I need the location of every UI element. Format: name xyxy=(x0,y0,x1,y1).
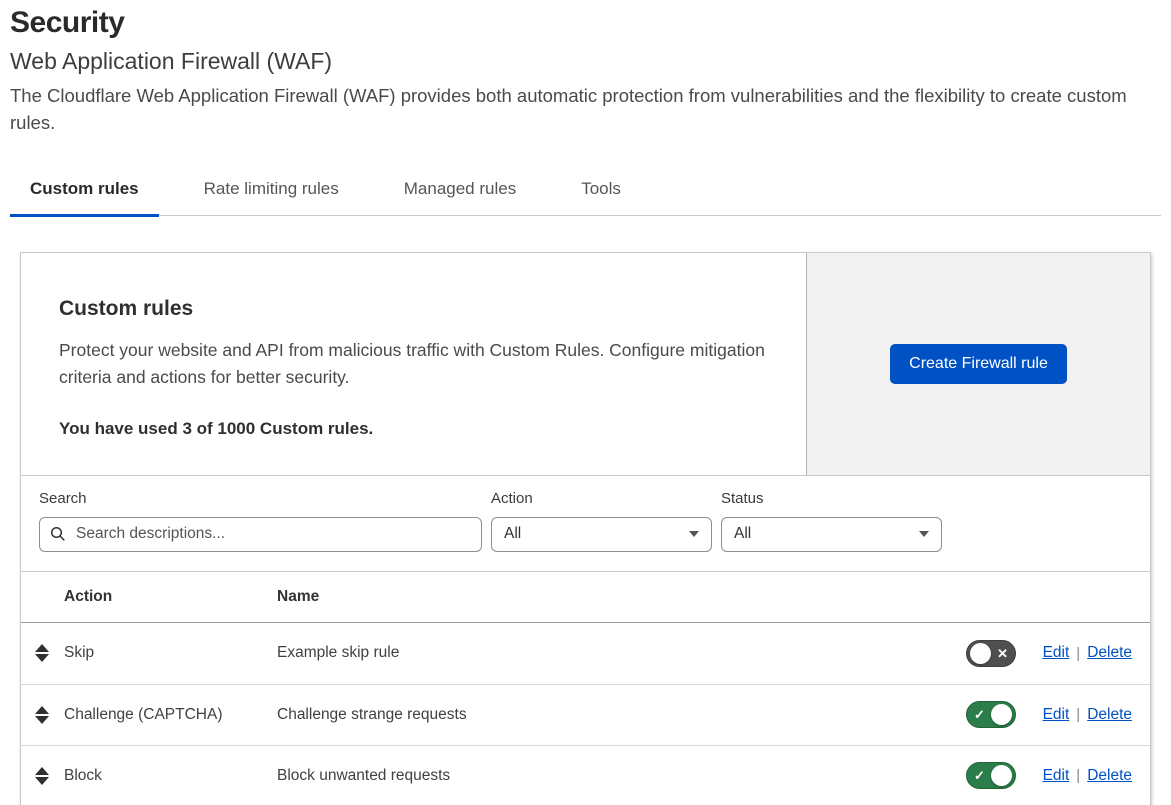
rule-enabled-toggle[interactable]: ✕ xyxy=(966,639,1016,667)
rule-enabled-toggle[interactable]: ✓ xyxy=(966,762,1016,790)
status-filter-group: Status All xyxy=(721,490,942,552)
search-filter-group: Search xyxy=(39,490,482,552)
rule-action: Skip xyxy=(64,644,95,662)
table-row: Block Block unwanted requests ✓ Edit | D… xyxy=(21,744,1150,805)
security-page: Security Web Application Firewall (WAF) … xyxy=(0,0,1171,805)
tabs: Custom rules Rate limiting rules Managed r… xyxy=(10,165,1161,217)
tab-custom-rules[interactable]: Custom rules xyxy=(10,165,159,217)
edit-link[interactable]: Edit xyxy=(1043,767,1070,785)
page-title: Security xyxy=(10,6,125,39)
card-action-panel: Create Firewall rule xyxy=(806,252,1150,475)
toggle-state-icon: ✕ xyxy=(997,645,1008,661)
toggle-knob xyxy=(991,704,1012,726)
table-row: Skip Example skip rule ✕ Edit | Delete xyxy=(21,623,1150,684)
toggle-state-icon: ✓ xyxy=(974,768,985,784)
rule-name: Challenge strange requests xyxy=(277,705,467,723)
toggle-state-icon: ✓ xyxy=(974,707,985,723)
card-heading: Custom rules xyxy=(59,296,194,320)
rule-enabled-toggle[interactable]: ✓ xyxy=(966,701,1016,729)
action-filter-value: All xyxy=(504,525,522,543)
action-filter-label: Action xyxy=(491,489,533,507)
link-separator: | xyxy=(1076,767,1081,785)
table-row: Challenge (CAPTCHA) Challenge strange re… xyxy=(21,683,1150,745)
card-description: Protect your website and API from malici… xyxy=(59,339,765,387)
search-input[interactable] xyxy=(39,516,482,552)
action-column-header: Action xyxy=(64,587,113,605)
delete-link[interactable]: Delete xyxy=(1087,706,1132,724)
name-column-header: Name xyxy=(277,587,320,605)
rules-usage-count: You have used 3 of 1000 Custom rules. xyxy=(59,418,374,438)
tab-managed-rules[interactable]: Managed rules xyxy=(384,165,536,217)
status-filter-select[interactable]: All xyxy=(721,516,942,552)
drag-handle-icon[interactable] xyxy=(35,766,49,785)
action-filter-group: Action All xyxy=(491,490,712,552)
rule-name: Example skip rule xyxy=(277,644,400,662)
search-box xyxy=(39,516,482,552)
filters-bar: Search Action All Status All xyxy=(21,474,1150,571)
tab-rate-limiting-rules[interactable]: Rate limiting rules xyxy=(184,165,359,217)
search-label: Search xyxy=(39,489,87,507)
custom-rules-card: Custom rules Protect your website and AP… xyxy=(21,252,1150,475)
custom-rules-panel: Custom rules Protect your website and AP… xyxy=(20,251,1151,805)
table-header-row: Action Name xyxy=(21,572,1150,623)
card-content: Custom rules Protect your website and AP… xyxy=(21,253,806,475)
rules-table: Action Name Skip Example skip rule ✕ Edi… xyxy=(21,570,1150,805)
toggle-knob xyxy=(991,765,1012,787)
page-description: The Cloudflare Web Application Firewall … xyxy=(10,85,1127,133)
status-filter-label: Status xyxy=(721,489,764,507)
status-filter-value: All xyxy=(734,525,752,543)
delete-link[interactable]: Delete xyxy=(1087,767,1132,785)
chevron-down-icon xyxy=(689,531,699,538)
rule-action: Challenge (CAPTCHA) xyxy=(64,705,223,723)
drag-handle-icon[interactable] xyxy=(35,705,49,724)
create-firewall-rule-button[interactable]: Create Firewall rule xyxy=(890,343,1067,384)
edit-link[interactable]: Edit xyxy=(1043,706,1070,724)
action-filter-select[interactable]: All xyxy=(491,516,712,552)
link-separator: | xyxy=(1076,706,1081,724)
table-body: Skip Example skip rule ✕ Edit | Delete C… xyxy=(21,623,1150,805)
delete-link[interactable]: Delete xyxy=(1087,644,1132,662)
tab-tools[interactable]: Tools xyxy=(561,165,641,217)
rule-action: Block xyxy=(64,766,102,784)
edit-link[interactable]: Edit xyxy=(1043,644,1070,662)
drag-handle-icon[interactable] xyxy=(35,644,49,663)
toggle-knob xyxy=(970,642,991,664)
rule-name: Block unwanted requests xyxy=(277,766,451,784)
chevron-down-icon xyxy=(919,531,929,538)
link-separator: | xyxy=(1076,644,1081,662)
page-subtitle: Web Application Firewall (WAF) xyxy=(10,48,333,74)
